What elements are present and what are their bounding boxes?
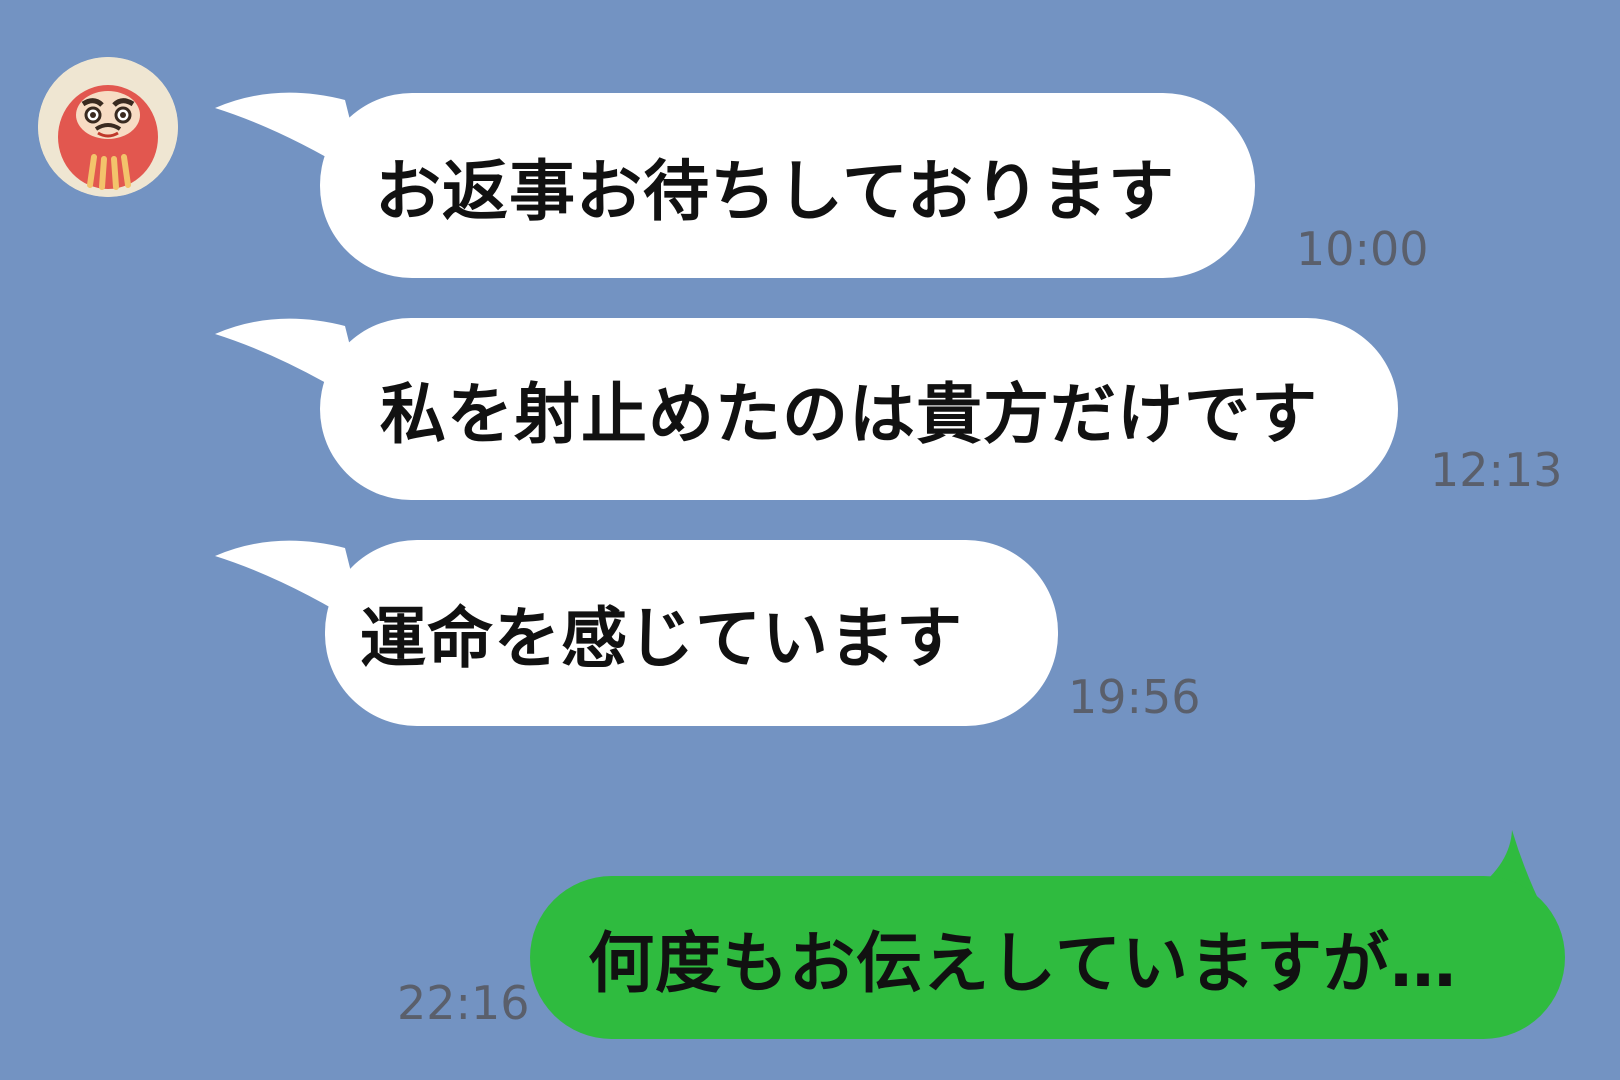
message-timestamp: 12:13	[1430, 443, 1563, 497]
outgoing-message-bubble[interactable]: 何度もお伝えしていますが…	[530, 876, 1565, 1039]
message-timestamp: 22:16	[397, 976, 530, 1030]
message-timestamp: 19:56	[1068, 670, 1201, 724]
chat-thread: お返事お待ちしております 10:00 私を射止めたのは貴方だけです 12:13 …	[0, 0, 1620, 1080]
incoming-message-bubble[interactable]: 私を射止めたのは貴方だけです	[320, 318, 1398, 500]
contact-avatar[interactable]	[38, 57, 178, 197]
message-text: 運命を感じています	[360, 600, 963, 677]
incoming-message-bubble[interactable]: 運命を感じています	[325, 540, 1058, 726]
message-timestamp: 10:00	[1296, 222, 1429, 276]
message-text: お返事お待ちしております	[375, 152, 1176, 230]
message-text: 私を射止めたのは貴方だけです	[380, 376, 1318, 453]
message-text: 何度もお伝えしていますが…	[588, 924, 1458, 1002]
daruma-icon	[38, 57, 178, 197]
incoming-message-bubble[interactable]: お返事お待ちしております	[320, 93, 1255, 278]
